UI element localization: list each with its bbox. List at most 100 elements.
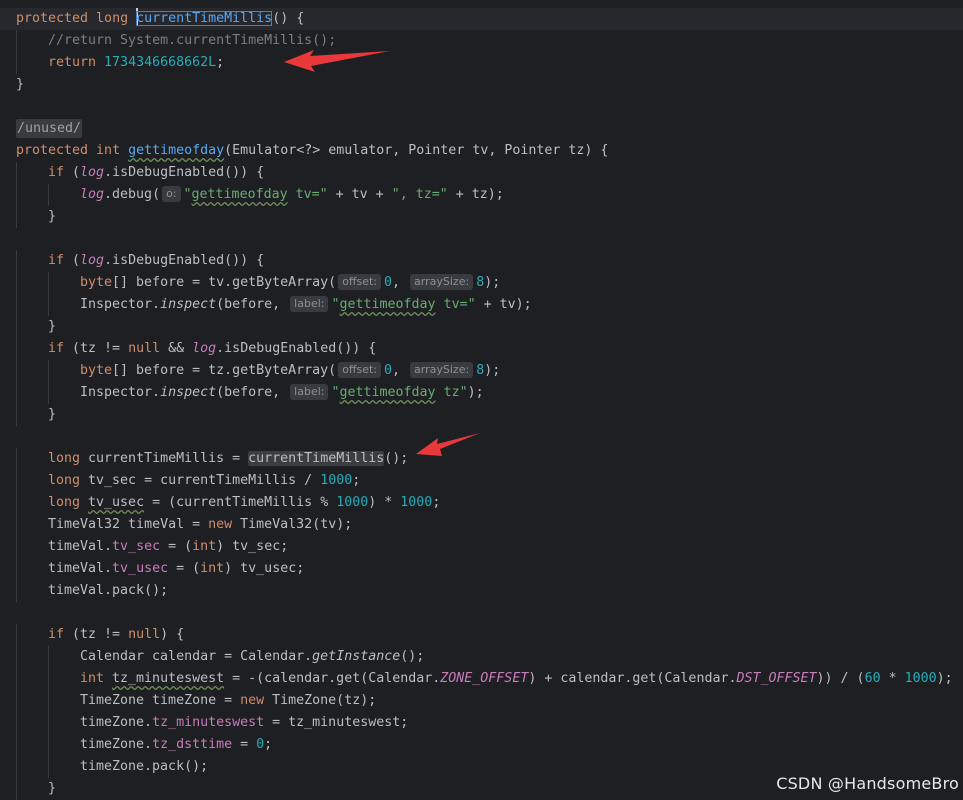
parameter-hint: label: — [290, 384, 329, 400]
code-token: tz_minuteswest — [152, 715, 265, 730]
code-token: } — [48, 407, 57, 422]
indent-guide — [16, 184, 17, 206]
code-line[interactable]: if (tz != null) { — [0, 624, 963, 646]
code-line[interactable]: return 1734346668662L; — [0, 52, 963, 74]
code-token: = ( — [168, 561, 201, 576]
code-token: TimeVal32(tv); — [240, 517, 353, 532]
code-token: null — [128, 627, 161, 642]
code-token: * — [880, 671, 905, 686]
indent-guide — [16, 778, 17, 800]
code-text: if (tz != null) { — [48, 624, 184, 646]
code-token: 60 — [864, 671, 881, 686]
code-line[interactable]: Inspector.inspect(before, label: "gettime… — [0, 294, 963, 316]
indent-guide — [16, 206, 17, 228]
code-text: int tz_minuteswest = -(calendar.get(Cale… — [80, 668, 953, 690]
code-token: 1000 — [336, 495, 369, 510]
code-editor[interactable]: protected long currentTimeMillis() {//re… — [0, 0, 963, 800]
code-line[interactable]: if (tz != null && log.isDebugEnabled()) … — [0, 338, 963, 360]
indent-guide — [48, 360, 49, 382]
code-token: timeVal. — [48, 561, 113, 576]
code-line[interactable]: log.debug(o: "gettimeofday tv=" + tv + ",… — [0, 184, 963, 206]
code-token: long — [48, 451, 89, 466]
code-line[interactable] — [0, 602, 963, 624]
code-token: getInstance — [312, 649, 401, 664]
parameter-hint: arraySize: — [410, 274, 474, 290]
code-token: , — [392, 363, 409, 378]
code-line[interactable]: byte[] before = tz.getByteArray(offset: 0… — [0, 360, 963, 382]
code-token: int — [80, 671, 113, 686]
code-token: .isDebugEnabled()) { — [216, 341, 377, 356]
code-line[interactable]: /unused/ — [0, 118, 963, 140]
code-text: timeZone.pack(); — [80, 756, 208, 778]
code-token: 1000 — [400, 495, 433, 510]
code-line[interactable]: if (log.isDebugEnabled()) { — [0, 162, 963, 184]
code-line[interactable]: timeZone.tz_minuteswest = tz_minuteswest… — [0, 712, 963, 734]
indent-guide — [16, 514, 17, 536]
code-text: Calendar calendar = Calendar.getInstance… — [80, 646, 424, 668]
code-text: long tv_usec = (currentTimeMillis % 1000… — [48, 492, 440, 514]
code-token: = — [232, 737, 257, 752]
code-token: 1000 — [320, 473, 353, 488]
code-token: (before, — [216, 385, 289, 400]
code-token: /unused/ — [16, 119, 83, 138]
code-line[interactable]: timeVal.tv_usec = (int) tv_usec; — [0, 558, 963, 580]
code-token: TimeZone timeZone = — [80, 693, 241, 708]
code-token: 0 — [384, 275, 393, 290]
parameter-hint: arraySize: — [410, 362, 474, 378]
code-token: (before, — [216, 297, 289, 312]
code-line[interactable]: long tv_usec = (currentTimeMillis % 1000… — [0, 492, 963, 514]
parameter-hint: o: — [162, 186, 181, 202]
annotation-arrow-2 — [416, 433, 480, 456]
code-token: timeZone. — [80, 715, 153, 730]
code-line[interactable]: TimeZone timeZone = new TimeZone(tz); — [0, 690, 963, 712]
code-token: tv_sec — [112, 539, 161, 554]
code-line[interactable]: } — [0, 206, 963, 228]
code-token: long — [48, 473, 89, 488]
code-line[interactable]: } — [0, 74, 963, 96]
indent-guide — [16, 712, 17, 734]
code-line[interactable]: long tv_sec = currentTimeMillis / 1000; — [0, 470, 963, 492]
code-token: ; — [216, 55, 225, 70]
code-line[interactable]: timeZone.tz_dsttime = 0; — [0, 734, 963, 756]
code-token: && — [160, 341, 193, 356]
code-token: tv=" — [435, 297, 476, 312]
indent-guide — [16, 382, 17, 404]
code-line[interactable]: timeVal.pack(); — [0, 580, 963, 602]
code-line[interactable] — [0, 96, 963, 118]
indent-guide — [48, 756, 49, 778]
code-line[interactable]: //return System.currentTimeMillis(); — [0, 30, 963, 52]
code-token: [] before = tz.getByteArray( — [112, 363, 337, 378]
code-line[interactable] — [0, 228, 963, 250]
code-line[interactable]: TimeVal32 timeVal = new TimeVal32(tv); — [0, 514, 963, 536]
code-token: protected long — [16, 11, 137, 26]
code-token: null — [128, 341, 161, 356]
indent-guide — [16, 250, 17, 272]
code-line[interactable]: protected long currentTimeMillis() { — [0, 8, 963, 30]
code-line[interactable]: timeVal.tv_sec = (int) tv_sec; — [0, 536, 963, 558]
code-text: byte[] before = tv.getByteArray(offset: 0… — [80, 272, 500, 294]
indent-guide — [16, 646, 17, 668]
code-token: new — [208, 517, 241, 532]
code-token: currentTimeMillis — [248, 451, 385, 466]
code-line[interactable]: Inspector.inspect(before, label: "gettime… — [0, 382, 963, 404]
code-token: + tv + — [327, 187, 392, 202]
code-line[interactable]: int tz_minuteswest = -(calendar.get(Cale… — [0, 668, 963, 690]
code-line[interactable]: } — [0, 404, 963, 426]
code-text: byte[] before = tz.getByteArray(offset: 0… — [80, 360, 500, 382]
code-line[interactable]: } — [0, 316, 963, 338]
indent-guide — [16, 624, 17, 646]
code-line[interactable]: if (log.isDebugEnabled()) { — [0, 250, 963, 272]
indent-guide — [48, 382, 49, 404]
code-line[interactable]: Calendar calendar = Calendar.getInstance… — [0, 646, 963, 668]
code-text: } — [48, 404, 56, 426]
indent-guide — [16, 404, 17, 426]
code-text: timeVal.pack(); — [48, 580, 168, 602]
code-text: long tv_sec = currentTimeMillis / 1000; — [48, 470, 360, 492]
code-token: gettimeofday — [339, 385, 436, 400]
indent-guide — [16, 338, 17, 360]
code-token: Calendar calendar = Calendar. — [80, 649, 313, 664]
code-line[interactable]: protected int gettimeofday(Emulator<?> e… — [0, 140, 963, 162]
code-token: .debug( — [104, 187, 161, 202]
code-token: ); — [936, 671, 953, 686]
code-line[interactable]: byte[] before = tv.getByteArray(offset: 0… — [0, 272, 963, 294]
